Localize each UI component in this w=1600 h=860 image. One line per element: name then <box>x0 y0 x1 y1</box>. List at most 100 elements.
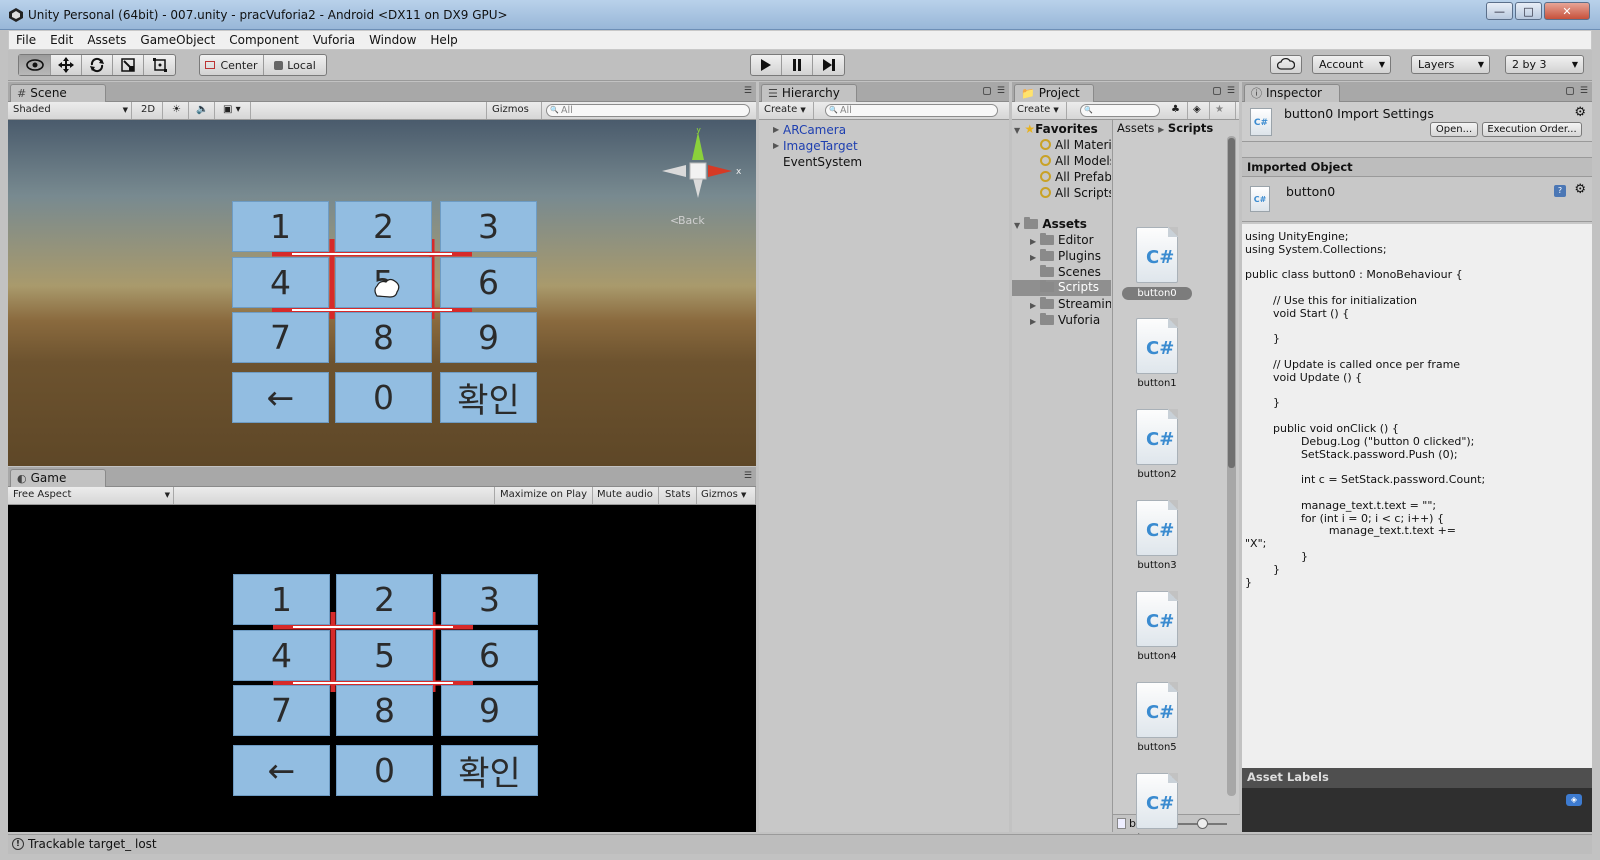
lock-icon[interactable] <box>1566 87 1574 95</box>
account-dropdown[interactable]: Account ▼ <box>1312 55 1391 74</box>
hierarchy-search-input[interactable]: All <box>825 104 998 117</box>
favorites-row[interactable]: ▼ ★Favorites <box>1014 122 1098 136</box>
panel-menu-icon[interactable]: ☰ <box>744 86 752 96</box>
keypad-key-3[interactable]: 3 <box>441 574 538 625</box>
keypad-key-11[interactable]: 0 <box>335 372 432 423</box>
keypad-key-12[interactable]: 확인 <box>441 745 538 796</box>
pause-button[interactable] <box>782 55 813 75</box>
help-book-icon[interactable]: ? <box>1554 185 1566 197</box>
scene-viewport[interactable]: 123456789←0확인 y x Back < <box>8 120 756 466</box>
keypad-key-10[interactable]: ← <box>233 745 330 796</box>
tab-hierarchy[interactable]: ☰ Hierarchy <box>761 84 857 102</box>
expand-triangle-icon[interactable]: ▶ <box>773 125 779 134</box>
favorite-all-scripts[interactable]: All Scripts <box>1040 186 1111 200</box>
keypad-key-2[interactable]: 2 <box>336 574 433 625</box>
asset-button0[interactable]: C# button0 <box>1122 227 1192 300</box>
hierarchy-item-eventsystem[interactable]: EventSystem <box>783 155 862 169</box>
expand-triangle-icon[interactable]: ▼ <box>1014 126 1020 135</box>
project-create-dropdown[interactable]: Create ▼ <box>1012 102 1067 119</box>
menu-assets[interactable]: Assets <box>80 31 133 49</box>
expand-triangle-icon[interactable]: ▶ <box>1030 317 1036 326</box>
folder-vuforia[interactable]: ▶ Vuforia <box>1030 313 1100 327</box>
asset-button1[interactable]: C# button1 <box>1122 318 1192 389</box>
step-button[interactable] <box>813 55 844 75</box>
effects-dropdown[interactable]: ▣ ▾ <box>218 102 251 119</box>
favorite-all-materials[interactable]: All Materia <box>1040 138 1111 152</box>
aspect-dropdown[interactable]: Free Aspect ▼ <box>8 487 174 504</box>
close-button[interactable]: ✕ <box>1544 2 1590 20</box>
keypad-key-10[interactable]: ← <box>232 372 329 423</box>
game-viewport[interactable]: 1 2 3 4 5 6 7 8 9 ← 0 확인 <box>8 505 756 832</box>
folder-streaming[interactable]: ▶ Streaming <box>1030 297 1111 311</box>
maximize-on-play-toggle[interactable]: Maximize on Play <box>494 487 594 504</box>
assets-root-row[interactable]: ▼ Assets <box>1014 217 1087 231</box>
project-scrollbar-thumb[interactable] <box>1228 138 1235 468</box>
icon-size-slider-thumb[interactable] <box>1197 818 1208 829</box>
tab-inspector[interactable]: ⓘ Inspector <box>1244 84 1340 102</box>
keypad-key-8[interactable]: 8 <box>335 312 432 363</box>
asset-button3[interactable]: C# button3 <box>1122 500 1192 571</box>
maximize-button[interactable]: □ <box>1515 2 1542 20</box>
pivot-center-button[interactable]: Center <box>200 55 264 75</box>
keypad-key-3[interactable]: 3 <box>440 201 537 252</box>
panel-menu-icon[interactable]: ☰ <box>744 471 752 481</box>
hierarchy-item-arcamera[interactable]: ▶ ARCamera <box>773 123 846 137</box>
asset-button5[interactable]: C# button5 <box>1122 682 1192 753</box>
keypad-key-8[interactable]: 8 <box>336 685 433 736</box>
status-bar[interactable]: ! Trackable target_ lost <box>8 834 1592 854</box>
folder-scripts-selected[interactable]: Scripts <box>1012 280 1111 296</box>
window-titlebar[interactable]: Unity Personal (64bit) - 007.unity - pra… <box>0 0 1600 30</box>
favorite-all-models[interactable]: All Models <box>1040 154 1111 168</box>
keypad-key-1[interactable]: 1 <box>232 201 329 252</box>
keypad-key-4[interactable]: 4 <box>232 257 329 308</box>
expand-triangle-icon[interactable]: ▶ <box>1030 301 1036 310</box>
scene-gizmos-dropdown[interactable]: Gizmos ▼ <box>486 102 542 130</box>
keypad-key-7[interactable]: 7 <box>232 312 329 363</box>
expand-triangle-icon[interactable]: ▶ <box>773 141 779 150</box>
project-search-input[interactable] <box>1080 104 1160 117</box>
mode-2d-toggle[interactable]: 2D <box>136 102 163 119</box>
asset-button4[interactable]: C# button4 <box>1122 591 1192 662</box>
panel-menu-icon[interactable]: ☰ <box>1580 86 1588 96</box>
favorite-all-prefabs[interactable]: All Prefab <box>1040 170 1111 184</box>
menu-edit[interactable]: Edit <box>43 31 80 49</box>
expand-triangle-icon[interactable]: ▶ <box>1030 237 1036 246</box>
rect-tool-button[interactable] <box>144 55 175 75</box>
keypad-key-12[interactable]: 확인 <box>440 372 537 423</box>
keypad-key-4[interactable]: 4 <box>233 630 330 681</box>
search-by-type-button[interactable]: ♣ <box>1166 102 1188 119</box>
panel-menu-icon[interactable]: ☰ <box>1227 86 1235 96</box>
tag-icon[interactable]: ◈ <box>1566 794 1582 806</box>
search-by-label-button[interactable]: ◈ <box>1188 102 1210 119</box>
keypad-key-9[interactable]: 9 <box>440 312 537 363</box>
game-gizmos-dropdown[interactable]: Gizmos ▼ <box>696 487 756 504</box>
audio-toggle[interactable]: 🔈 <box>191 102 215 119</box>
tab-project[interactable]: 📁 Project <box>1014 84 1094 102</box>
keypad-key-1[interactable]: 1 <box>233 574 330 625</box>
gear-icon[interactable]: ⚙ <box>1574 182 1586 197</box>
tab-game[interactable]: ◐ Game <box>10 469 106 487</box>
scene-search-input[interactable]: All <box>546 104 750 117</box>
menu-file[interactable]: File <box>9 31 43 49</box>
orientation-gizmo-icon[interactable]: y x Back < <box>658 128 748 238</box>
keypad-key-6[interactable]: 6 <box>440 257 537 308</box>
menu-gameobject[interactable]: GameObject <box>133 31 222 49</box>
minimize-button[interactable]: — <box>1486 2 1513 20</box>
project-scrollbar[interactable] <box>1227 136 1236 796</box>
keypad-key-5[interactable]: 5 <box>336 630 433 681</box>
folder-plugins[interactable]: ▶ Plugins <box>1030 249 1101 263</box>
menu-vuforia[interactable]: Vuforia <box>306 31 362 49</box>
stats-toggle[interactable]: Stats <box>660 487 697 504</box>
move-tool-button[interactable] <box>51 55 82 75</box>
folder-editor[interactable]: ▶ Editor <box>1030 233 1094 247</box>
menu-help[interactable]: Help <box>423 31 464 49</box>
hierarchy-create-dropdown[interactable]: Create ▼ <box>759 102 814 119</box>
hierarchy-item-imagetarget[interactable]: ▶ ImageTarget <box>773 139 858 153</box>
expand-triangle-icon[interactable]: ▼ <box>1014 221 1020 230</box>
keypad-key-6[interactable]: 6 <box>441 630 538 681</box>
view-tool-button[interactable] <box>19 55 51 75</box>
keypad-key-9[interactable]: 9 <box>441 685 538 736</box>
keypad-key-7[interactable]: 7 <box>233 685 330 736</box>
asset-button2[interactable]: C# button2 <box>1122 409 1192 480</box>
keypad-key-11[interactable]: 0 <box>336 745 433 796</box>
